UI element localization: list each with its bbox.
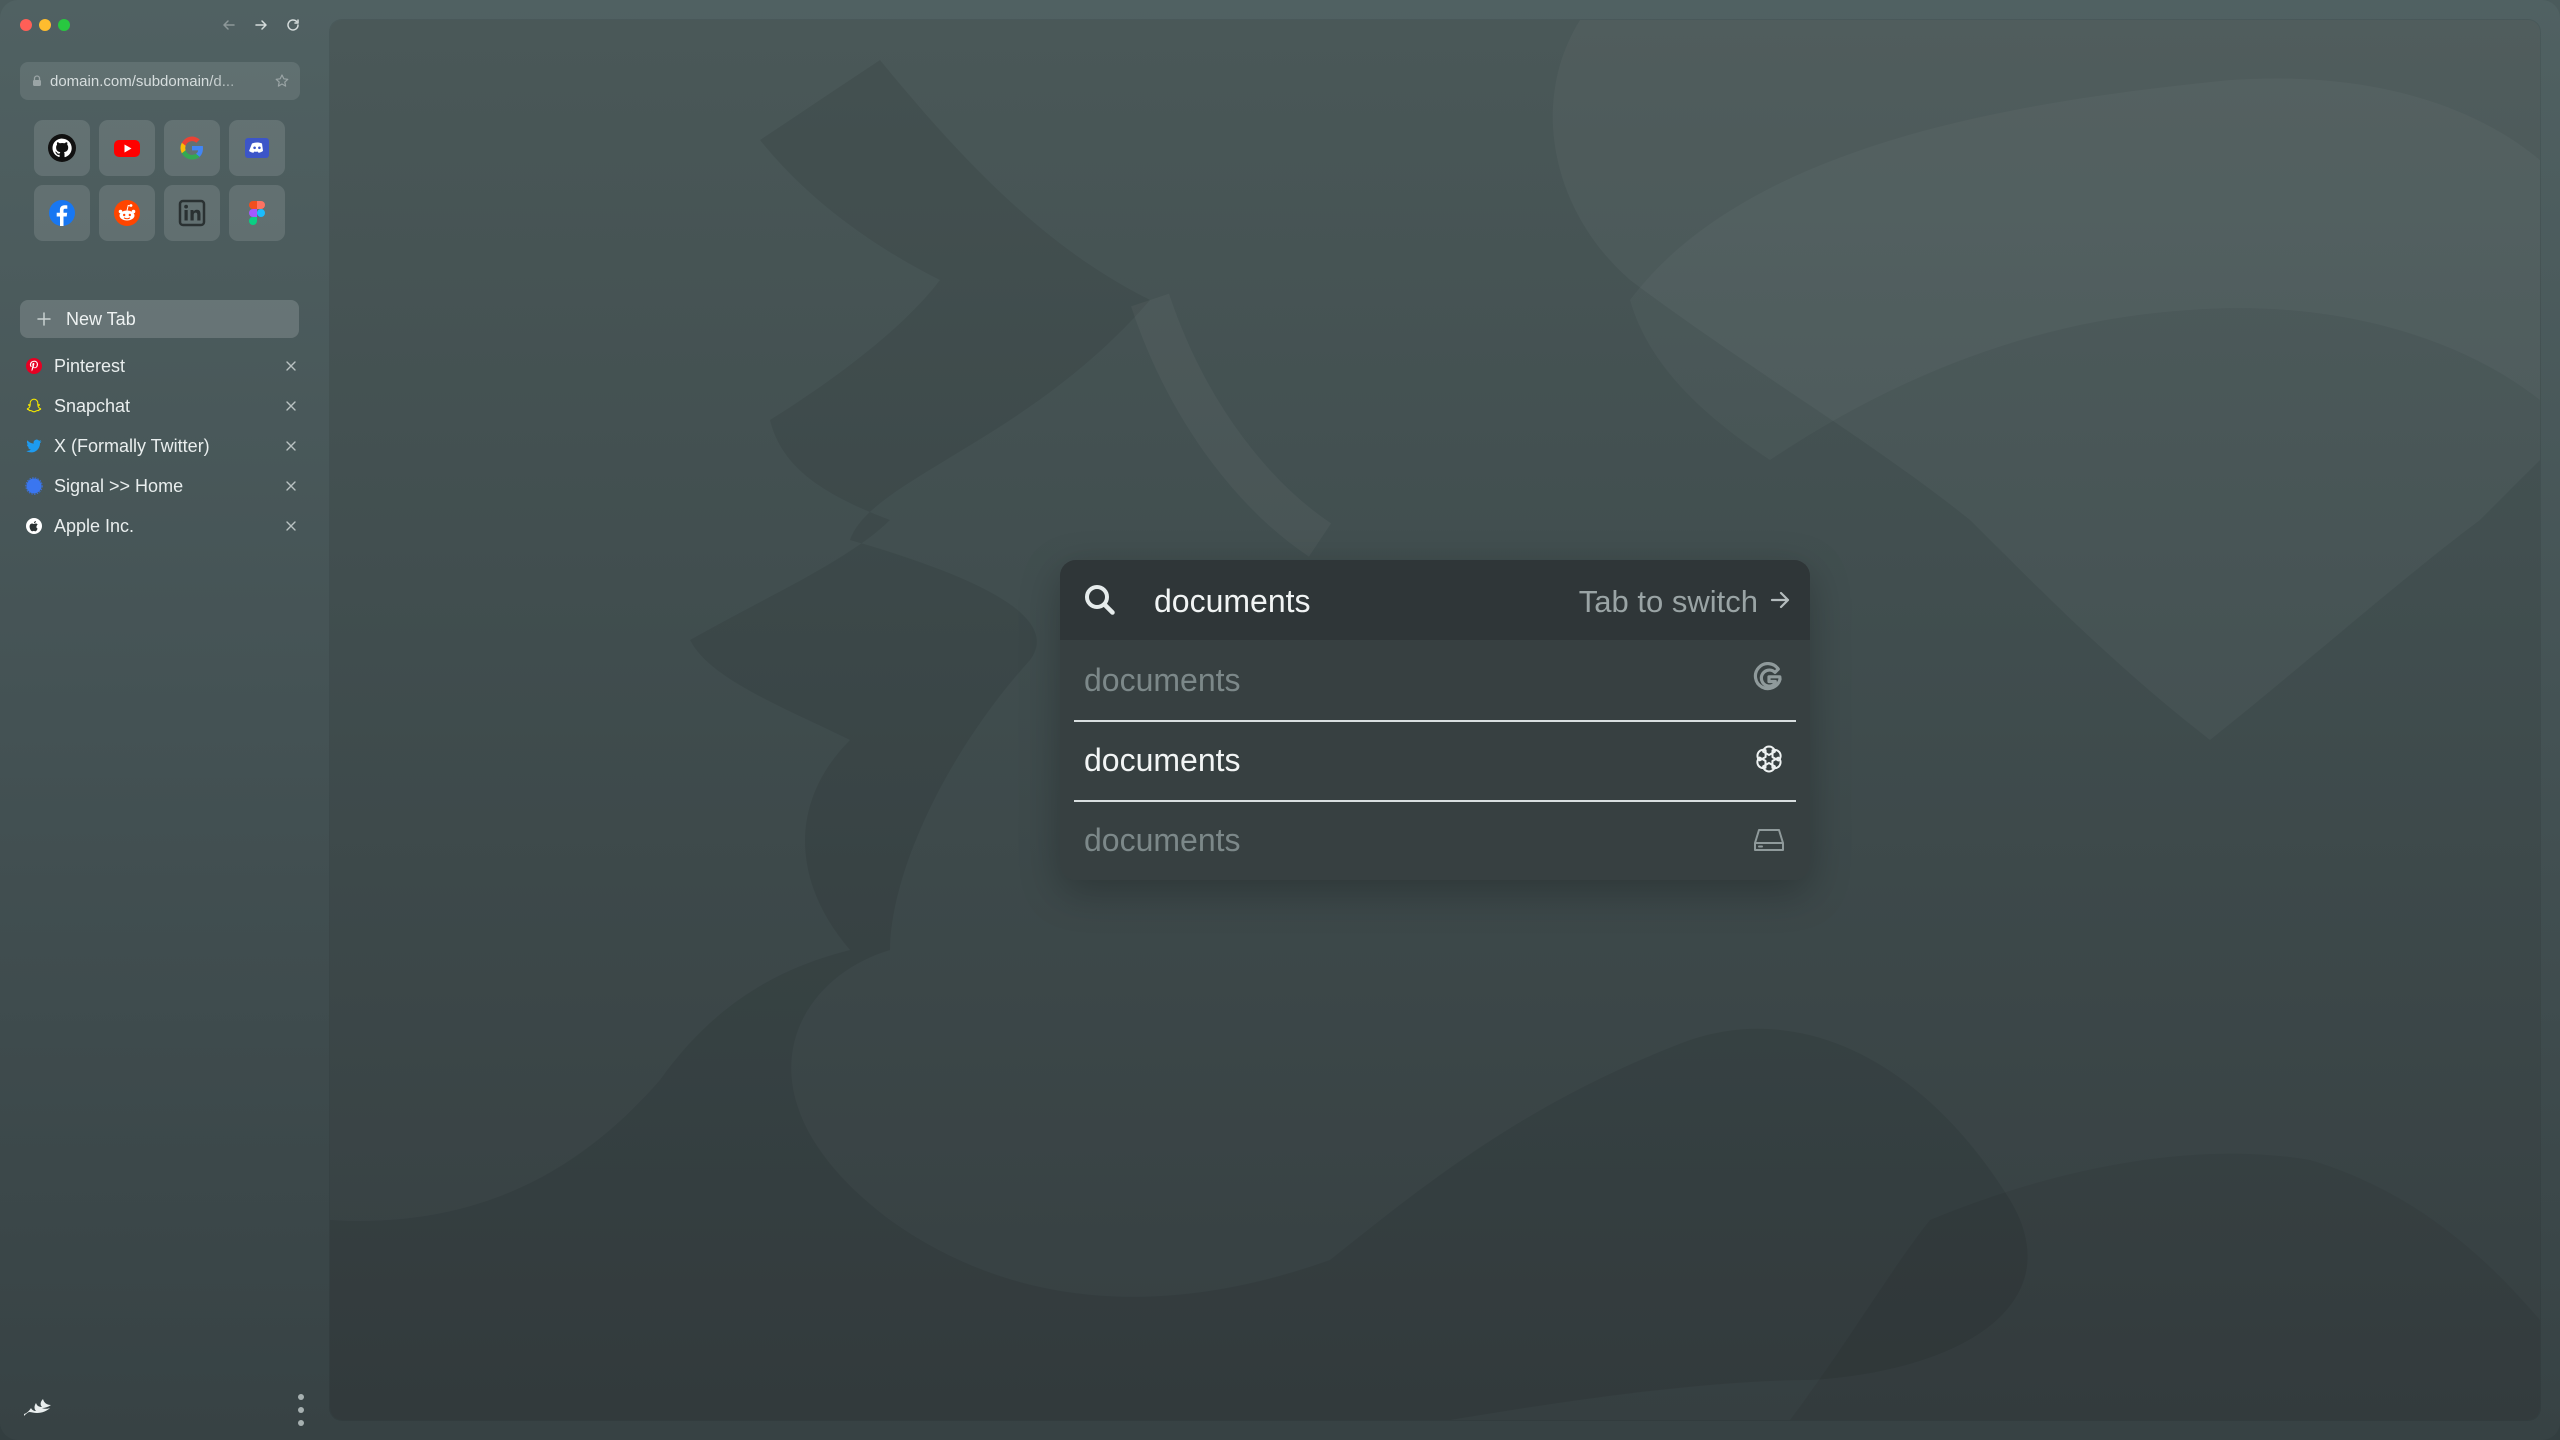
favorite-linkedin[interactable] bbox=[164, 185, 220, 241]
snapchat-icon bbox=[26, 398, 42, 413]
navigation-controls bbox=[216, 13, 306, 37]
tab-list: Pinterest Snapchat X (Formally Twitter) … bbox=[20, 346, 305, 546]
tab-signal[interactable]: Signal >> Home bbox=[20, 466, 305, 506]
signal-icon bbox=[25, 477, 43, 495]
favorite-figma[interactable] bbox=[229, 185, 285, 241]
kebab-dot bbox=[298, 1394, 304, 1400]
tab-label: X (Formally Twitter) bbox=[54, 435, 210, 456]
favorite-discord[interactable] bbox=[229, 120, 285, 176]
suggestion-drive[interactable]: documents bbox=[1074, 800, 1796, 880]
favorite-youtube[interactable] bbox=[99, 120, 155, 176]
forward-button[interactable] bbox=[248, 13, 274, 37]
sidebar-more-button[interactable] bbox=[295, 1394, 307, 1426]
bookmark-star-icon[interactable] bbox=[274, 73, 290, 89]
web-content-area: documents Tab to switch documents docume… bbox=[330, 20, 2540, 1420]
twitter-icon bbox=[26, 439, 42, 453]
back-button[interactable] bbox=[216, 13, 242, 37]
tab-label: Pinterest bbox=[54, 355, 126, 376]
sidebar: domain.com/subdomain/d... New Tab Pinter… bbox=[0, 0, 330, 1440]
google-icon bbox=[1753, 662, 1782, 691]
tab-label: Apple Inc. bbox=[54, 515, 135, 536]
suggestion-text: documents bbox=[1084, 822, 1241, 858]
favorites-grid bbox=[34, 120, 285, 241]
kebab-dot bbox=[298, 1420, 304, 1426]
traffic-lights bbox=[20, 19, 70, 31]
close-window-button[interactable] bbox=[20, 19, 32, 31]
tab-label: Snapchat bbox=[54, 395, 131, 416]
zoom-window-button[interactable] bbox=[58, 19, 70, 31]
lock-icon bbox=[33, 75, 41, 86]
linkedin-icon bbox=[178, 199, 206, 227]
favorite-facebook[interactable] bbox=[34, 185, 90, 241]
command-palette: documents Tab to switch documents docume… bbox=[1060, 560, 1810, 880]
suggestion-text: documents bbox=[1084, 742, 1241, 778]
new-tab-label: New Tab bbox=[66, 308, 136, 329]
favorite-reddit[interactable] bbox=[99, 185, 155, 241]
favorite-google[interactable] bbox=[164, 120, 220, 176]
close-icon bbox=[286, 361, 296, 371]
palette-search-query[interactable]: documents bbox=[1154, 583, 1311, 620]
arrow-right-icon bbox=[1770, 591, 1790, 609]
drive-icon bbox=[1754, 829, 1784, 851]
suggestion-chatgpt[interactable]: documents bbox=[1074, 720, 1796, 802]
arrow-right-icon bbox=[255, 20, 267, 30]
discord-icon bbox=[245, 138, 269, 158]
kebab-dot bbox=[298, 1407, 304, 1413]
tab-apple[interactable]: Apple Inc. bbox=[20, 506, 305, 546]
address-bar-url: domain.com/subdomain/d... bbox=[50, 72, 235, 90]
arrow-left-icon bbox=[223, 20, 235, 30]
facebook-icon bbox=[49, 200, 75, 226]
tab-pinterest[interactable]: Pinterest bbox=[20, 346, 305, 386]
tab-twitter[interactable]: X (Formally Twitter) bbox=[20, 426, 305, 466]
youtube-icon bbox=[114, 140, 140, 157]
search-icon bbox=[1085, 585, 1115, 615]
browser-window: domain.com/subdomain/d... New Tab Pinter… bbox=[0, 0, 2560, 1440]
openai-icon bbox=[1756, 745, 1782, 773]
reload-button[interactable] bbox=[280, 13, 306, 37]
tab-to-switch-hint: Tab to switch bbox=[1578, 584, 1758, 619]
tab-close-button[interactable] bbox=[281, 356, 301, 376]
minimize-window-button[interactable] bbox=[39, 19, 51, 31]
apple-icon bbox=[26, 518, 42, 534]
favorite-github[interactable] bbox=[34, 120, 90, 176]
tab-close-button[interactable] bbox=[281, 436, 301, 456]
reload-icon bbox=[287, 19, 299, 31]
google-icon bbox=[180, 136, 203, 160]
figma-icon bbox=[249, 201, 265, 225]
plus-icon bbox=[37, 312, 51, 326]
address-bar[interactable]: domain.com/subdomain/d... bbox=[20, 62, 300, 100]
new-tab-button[interactable]: New Tab bbox=[20, 300, 299, 338]
close-icon bbox=[286, 441, 296, 451]
reddit-icon bbox=[114, 200, 140, 226]
close-icon bbox=[286, 401, 296, 411]
close-icon bbox=[286, 481, 296, 491]
tab-label: Signal >> Home bbox=[54, 475, 184, 496]
tab-close-button[interactable] bbox=[281, 396, 301, 416]
suggestion-text: documents bbox=[1084, 662, 1241, 698]
github-icon bbox=[48, 134, 76, 162]
pinterest-icon bbox=[26, 358, 42, 374]
browser-logo-icon[interactable] bbox=[20, 1392, 56, 1422]
tab-close-button[interactable] bbox=[281, 516, 301, 536]
tab-close-button[interactable] bbox=[281, 476, 301, 496]
tab-snapchat[interactable]: Snapchat bbox=[20, 386, 305, 426]
palette-search-bar[interactable]: documents Tab to switch bbox=[1060, 560, 1810, 640]
close-icon bbox=[286, 521, 296, 531]
suggestion-google-search[interactable]: documents bbox=[1074, 640, 1796, 722]
